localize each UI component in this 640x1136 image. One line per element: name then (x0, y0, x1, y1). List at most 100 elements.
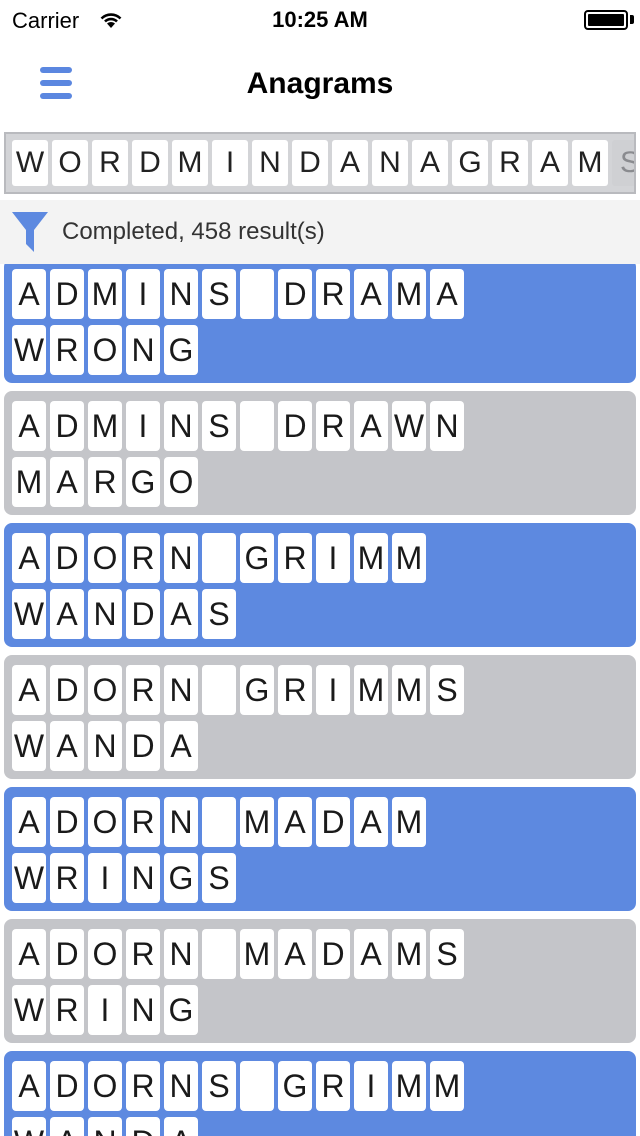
letter-tile: R (126, 665, 160, 715)
navigation-bar: Anagrams (0, 40, 640, 128)
letter-tile: A (12, 533, 46, 583)
word-separator-tile (202, 533, 236, 583)
letter-tile: A (12, 1061, 46, 1111)
anagram-result-card[interactable]: ADORNS GRIMMWANDA (4, 1051, 636, 1136)
letter-tile: A (164, 721, 198, 771)
anagram-word-row: WANDA (12, 721, 628, 773)
results-list[interactable]: DRAMAGROWNADMINS DRAMAWRONGADMINS DRAWNM… (0, 264, 640, 1136)
letter-tile: M (430, 1061, 464, 1111)
letter-tile: G (164, 985, 198, 1035)
word-separator-tile (240, 1061, 274, 1111)
letter-tile: M (240, 797, 274, 847)
letter-tile: D (50, 929, 84, 979)
letter-tile: A (12, 269, 46, 319)
anagram-word-row: WRINGS (12, 853, 628, 905)
word-separator-tile (240, 401, 274, 451)
letter-tile: R (50, 985, 84, 1035)
anagram-word-row: ADORN GRIMMS (12, 665, 628, 717)
letter-tile: S (202, 1061, 236, 1111)
query-letter-tile: M (572, 140, 608, 186)
letter-tile: R (316, 401, 350, 451)
letter-tile: D (50, 797, 84, 847)
letter-tile: S (202, 401, 236, 451)
letter-tile: M (240, 929, 274, 979)
letter-tile: A (50, 589, 84, 639)
anagram-result-card[interactable]: ADMINS DRAMAWRONG (4, 264, 636, 383)
anagram-word-row: ADORN MADAMS (12, 929, 628, 981)
letter-tile: A (164, 589, 198, 639)
filter-icon[interactable] (10, 210, 50, 259)
letter-tile: N (164, 665, 198, 715)
letter-tile: D (50, 665, 84, 715)
letter-tile: N (164, 269, 198, 319)
letter-tile: O (88, 929, 122, 979)
letter-tile: N (88, 721, 122, 771)
letter-tile: O (88, 797, 122, 847)
anagram-result-card[interactable]: ADORN GRIMMSWANDA (4, 655, 636, 779)
word-separator-tile (202, 929, 236, 979)
query-letters[interactable]: WORDMINDANAGRAMS (4, 132, 636, 194)
letter-tile: W (12, 853, 46, 903)
letter-tile: M (88, 401, 122, 451)
anagram-result-card[interactable]: ADORN GRIMMWANDAS (4, 523, 636, 647)
letter-tile: O (88, 533, 122, 583)
letter-tile: D (126, 721, 160, 771)
letter-tile: R (316, 269, 350, 319)
letter-tile: N (88, 589, 122, 639)
letter-tile: W (12, 721, 46, 771)
letter-tile: R (126, 797, 160, 847)
anagram-result-card[interactable]: ADORN MADAMWRINGS (4, 787, 636, 911)
letter-tile: W (12, 985, 46, 1035)
letter-tile: G (240, 665, 274, 715)
status-bar: Carrier 10:25 AM (0, 0, 640, 40)
query-letter-tile: A (332, 140, 368, 186)
query-letter-tile: A (412, 140, 448, 186)
letter-tile: N (164, 797, 198, 847)
letter-tile: N (126, 853, 160, 903)
letter-tile: W (12, 1117, 46, 1136)
letter-tile: D (278, 269, 312, 319)
letter-tile: M (354, 665, 388, 715)
anagram-result-card[interactable]: ADMINS DRAWNMARGO (4, 391, 636, 515)
letter-tile: D (50, 533, 84, 583)
letter-tile: A (354, 269, 388, 319)
letter-tile: S (202, 853, 236, 903)
query-letter-tile: R (92, 140, 128, 186)
letter-tile: A (354, 401, 388, 451)
letter-tile: R (126, 533, 160, 583)
letter-tile: A (278, 929, 312, 979)
letter-tile: G (278, 1061, 312, 1111)
letter-tile: D (50, 269, 84, 319)
query-letter-tile: G (452, 140, 488, 186)
letter-tile: N (88, 1117, 122, 1136)
letter-tile: S (202, 269, 236, 319)
letter-tile: N (164, 401, 198, 451)
letter-tile: M (392, 929, 426, 979)
letter-tile: S (202, 589, 236, 639)
letter-tile: G (240, 533, 274, 583)
letter-tile: A (278, 797, 312, 847)
letter-tile: D (50, 1061, 84, 1111)
query-letter-tile: W (12, 140, 48, 186)
letter-tile: A (12, 401, 46, 451)
letter-tile: A (164, 1117, 198, 1136)
letter-tile: S (430, 665, 464, 715)
anagram-word-row: MARGO (12, 457, 628, 509)
query-letter-tile: N (372, 140, 408, 186)
anagram-result-card[interactable]: ADORN MADAMSWRING (4, 919, 636, 1043)
word-separator-tile (240, 269, 274, 319)
battery-icon (584, 10, 628, 30)
clock: 10:25 AM (272, 7, 368, 32)
results-status: Completed, 458 result(s) (62, 218, 325, 245)
letter-tile: I (88, 985, 122, 1035)
query-letter-tile: D (132, 140, 168, 186)
letter-tile: R (278, 533, 312, 583)
letter-tile: A (50, 1117, 84, 1136)
letter-tile: I (126, 401, 160, 451)
word-separator-tile (202, 797, 236, 847)
query-letter-tile: S (612, 140, 634, 186)
letter-tile: R (126, 929, 160, 979)
letter-tile: M (392, 269, 426, 319)
letter-tile: M (392, 533, 426, 583)
anagram-word-row: ADORNS GRIMM (12, 1061, 628, 1113)
